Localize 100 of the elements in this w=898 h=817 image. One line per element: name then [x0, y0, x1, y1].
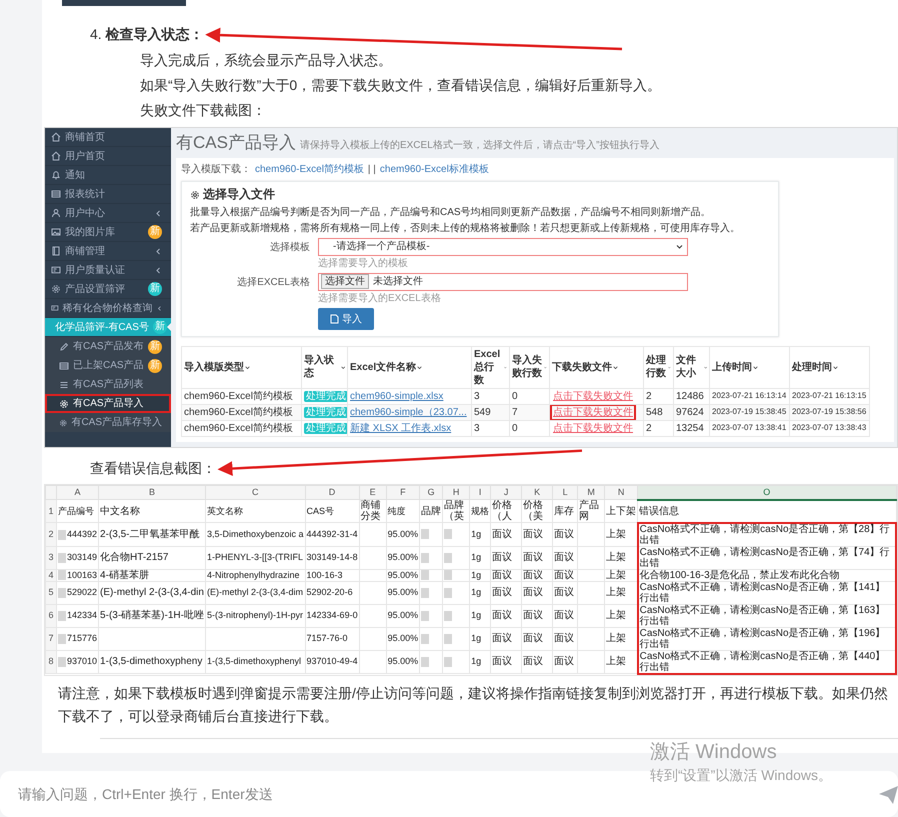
- column-letter: H: [442, 485, 470, 500]
- sheet-cell-text: 面议: [492, 633, 512, 644]
- sidebar-item[interactable]: 商铺首页: [45, 128, 171, 147]
- column-letter: J: [490, 485, 522, 500]
- sheet-cell-text: 95.00%: [388, 633, 418, 644]
- table-cell: 0: [510, 388, 550, 404]
- column-header[interactable]: 文件大小: [674, 346, 710, 388]
- table-icon: [59, 360, 69, 370]
- form-description: 若产品更新或新增规格，需将所有规格一同上传，否则未上传的规格将被删除！若只想更新或上传新规格，可使用库存导入。: [190, 222, 741, 235]
- sort-caret-icon: [833, 364, 838, 370]
- column-header[interactable]: 导入失败行数: [510, 346, 550, 388]
- sheet-cell-text: 4-硝基苯肼: [100, 570, 149, 581]
- sidebar-item[interactable]: 产品设置筛评 新: [45, 280, 171, 299]
- sheet-cell-text: 1-(3,5-dimethoxyphenyl: [206, 656, 302, 666]
- pencil-icon: [59, 342, 69, 352]
- sidebar-item[interactable]: 用户首页: [45, 147, 171, 166]
- sheet-cell-text: 面议: [523, 528, 544, 540]
- home-icon: [51, 132, 61, 142]
- column-letter: N: [604, 485, 638, 500]
- sheet-cell-text: 142334-69-0: [306, 610, 358, 620]
- new-badge: 新: [148, 282, 162, 296]
- table-cell: 13254: [674, 420, 710, 436]
- sheet-cell-text: 面议: [523, 633, 544, 644]
- column-header[interactable]: 处理时间: [790, 346, 870, 388]
- row-number: 4: [46, 569, 56, 582]
- sidebar-item[interactable]: 已上架CAS产品 新: [45, 356, 171, 375]
- paragraph: 导入完成后，系统会显示产品导入状态。: [140, 51, 393, 69]
- form-description: 批量导入根据产品编号判断是否为同一产品，产品编号和CAS号均相同则更新产品数据，产品编号不相同则新增产品。: [190, 206, 712, 219]
- sheet-cell-text: 444392-31-4: [306, 528, 358, 539]
- send-icon[interactable]: [878, 785, 898, 805]
- sidebar-item[interactable]: 商铺管理: [45, 242, 171, 261]
- sidebar-item[interactable]: 用户质量认证: [45, 261, 171, 280]
- template-link[interactable]: chem960-Excel简约模板: [255, 163, 364, 176]
- new-badge: 新: [148, 225, 162, 239]
- help-text: 选择需要导入的模板: [318, 256, 409, 270]
- sheet-cell-text: CasNo格式不正确，请检测casNo是否正确，第【163】行出错: [640, 604, 886, 627]
- template-link[interactable]: chem960-Excel标准模板: [380, 163, 489, 176]
- sheet-cell-text: 面议: [492, 587, 512, 598]
- note-paragraph: 请注意，如果下载模板时遇到弹窗提示需要注册/停止访问等问题，建议将操作指南链接复制到浏览器打开，再进行模板下载。如果仍然下载不了，可以登录商铺后台直接进行下载。: [58, 684, 889, 726]
- sheet-cell-text: 上架: [606, 528, 626, 540]
- link-separator: | |: [368, 163, 376, 176]
- sidebar-item[interactable]: 化学品筛评-有CAS号 新: [45, 318, 171, 337]
- sidebar-item[interactable]: 报表统计: [45, 185, 171, 204]
- column-header[interactable]: 导入模版类型: [182, 346, 302, 388]
- import-button[interactable]: 导入: [318, 308, 374, 330]
- column-header[interactable]: 处理行数: [644, 346, 674, 388]
- table-cell: 0: [510, 420, 550, 436]
- sheet-cell-text: 上下架: [606, 506, 636, 517]
- column-header[interactable]: 下载失败文件: [550, 346, 644, 388]
- sheet-cell-text: 面议: [492, 552, 512, 564]
- sidebar-item[interactable]: 有CAS产品库存导入: [45, 413, 171, 432]
- table-cell: 2023-07-07 13:38:41: [710, 420, 790, 436]
- help-text: 选择需要导入的EXCEL表格: [318, 292, 442, 305]
- gear-icon: [190, 190, 200, 200]
- sheet-cell-text: 面议: [554, 570, 574, 581]
- file-input[interactable]: 选择文件 未选择文件: [318, 272, 688, 291]
- sheet-cell-text: 产品网: [579, 500, 600, 522]
- chevron-left-icon: [155, 266, 162, 274]
- row-number: 6: [46, 604, 56, 628]
- sidebar-item[interactable]: 有CAS产品导入: [45, 394, 171, 413]
- column-letter: C: [205, 485, 306, 500]
- sheet-cell-text: 1g: [471, 610, 482, 620]
- sidebar-item[interactable]: 有CAS产品发布 新: [45, 337, 171, 356]
- row-number: 3: [46, 546, 56, 570]
- row-number: 5: [46, 581, 56, 604]
- sheet-cell-text: 中文名称: [100, 506, 140, 517]
- table-cell: 2023-07-07 13:38:43: [790, 420, 870, 436]
- sheet-cell-text: 95.00%: [388, 610, 418, 620]
- sidebar-item[interactable]: 通知: [45, 166, 171, 185]
- column-header[interactable]: Excel文件名称: [348, 346, 472, 388]
- template-select[interactable]: -请选择一个产品模板-: [318, 238, 688, 256]
- sheet-cell-text: 上架: [606, 633, 626, 644]
- sort-caret-icon: [613, 364, 618, 370]
- column-header[interactable]: Excel总行数: [472, 346, 510, 388]
- sheet-cell-text: 303149: [67, 552, 98, 562]
- sheet-cell-text: 面议: [523, 552, 544, 564]
- column-header[interactable]: 导入状态: [302, 346, 348, 388]
- sort-caret-icon: [417, 364, 422, 370]
- sheet-cell-text: 价格（人: [492, 500, 512, 522]
- field-label: 选择模板: [269, 240, 310, 255]
- sidebar-item[interactable]: 有CAS产品列表: [45, 375, 171, 394]
- sheet-cell-text: 5-(3-硝基苯基)-1H-吡唑: [100, 610, 204, 622]
- sheet-cell-text: 1g: [471, 570, 482, 580]
- step-title: 检查导入状态：: [106, 26, 204, 44]
- table-cell: 2023-07-19 15:38:45: [710, 404, 790, 420]
- page-subtitle: 请保持导入模板上传的EXCEL格式一致，选择文件后，请点击“导入”按钮执行导入: [300, 139, 660, 152]
- table-cell: 97624: [674, 404, 710, 420]
- field-label: 选择EXCEL表格: [236, 276, 310, 290]
- sidebar-item[interactable]: 用户中心: [45, 204, 171, 223]
- sheet-cell-text: CasNo格式不正确，请检测casNo是否正确，第【28】行出错: [640, 524, 890, 546]
- sheet-cell-text: 100163: [67, 570, 98, 580]
- sidebar-item[interactable]: 我的图片库 新: [45, 223, 171, 242]
- column-letter: M: [578, 485, 605, 500]
- sheet-cell-text: 95.00%: [388, 587, 418, 598]
- sheet-cell-text: 1-(3,5-dimethoxypheny: [100, 656, 202, 668]
- sheet-cell-text: 937010-49-4: [306, 656, 358, 666]
- sheet-cell-text: 面议: [492, 570, 512, 581]
- home-icon: [51, 151, 61, 161]
- column-header[interactable]: 上传时间: [710, 346, 790, 388]
- sheet-cell-text: 商铺分类: [360, 500, 381, 522]
